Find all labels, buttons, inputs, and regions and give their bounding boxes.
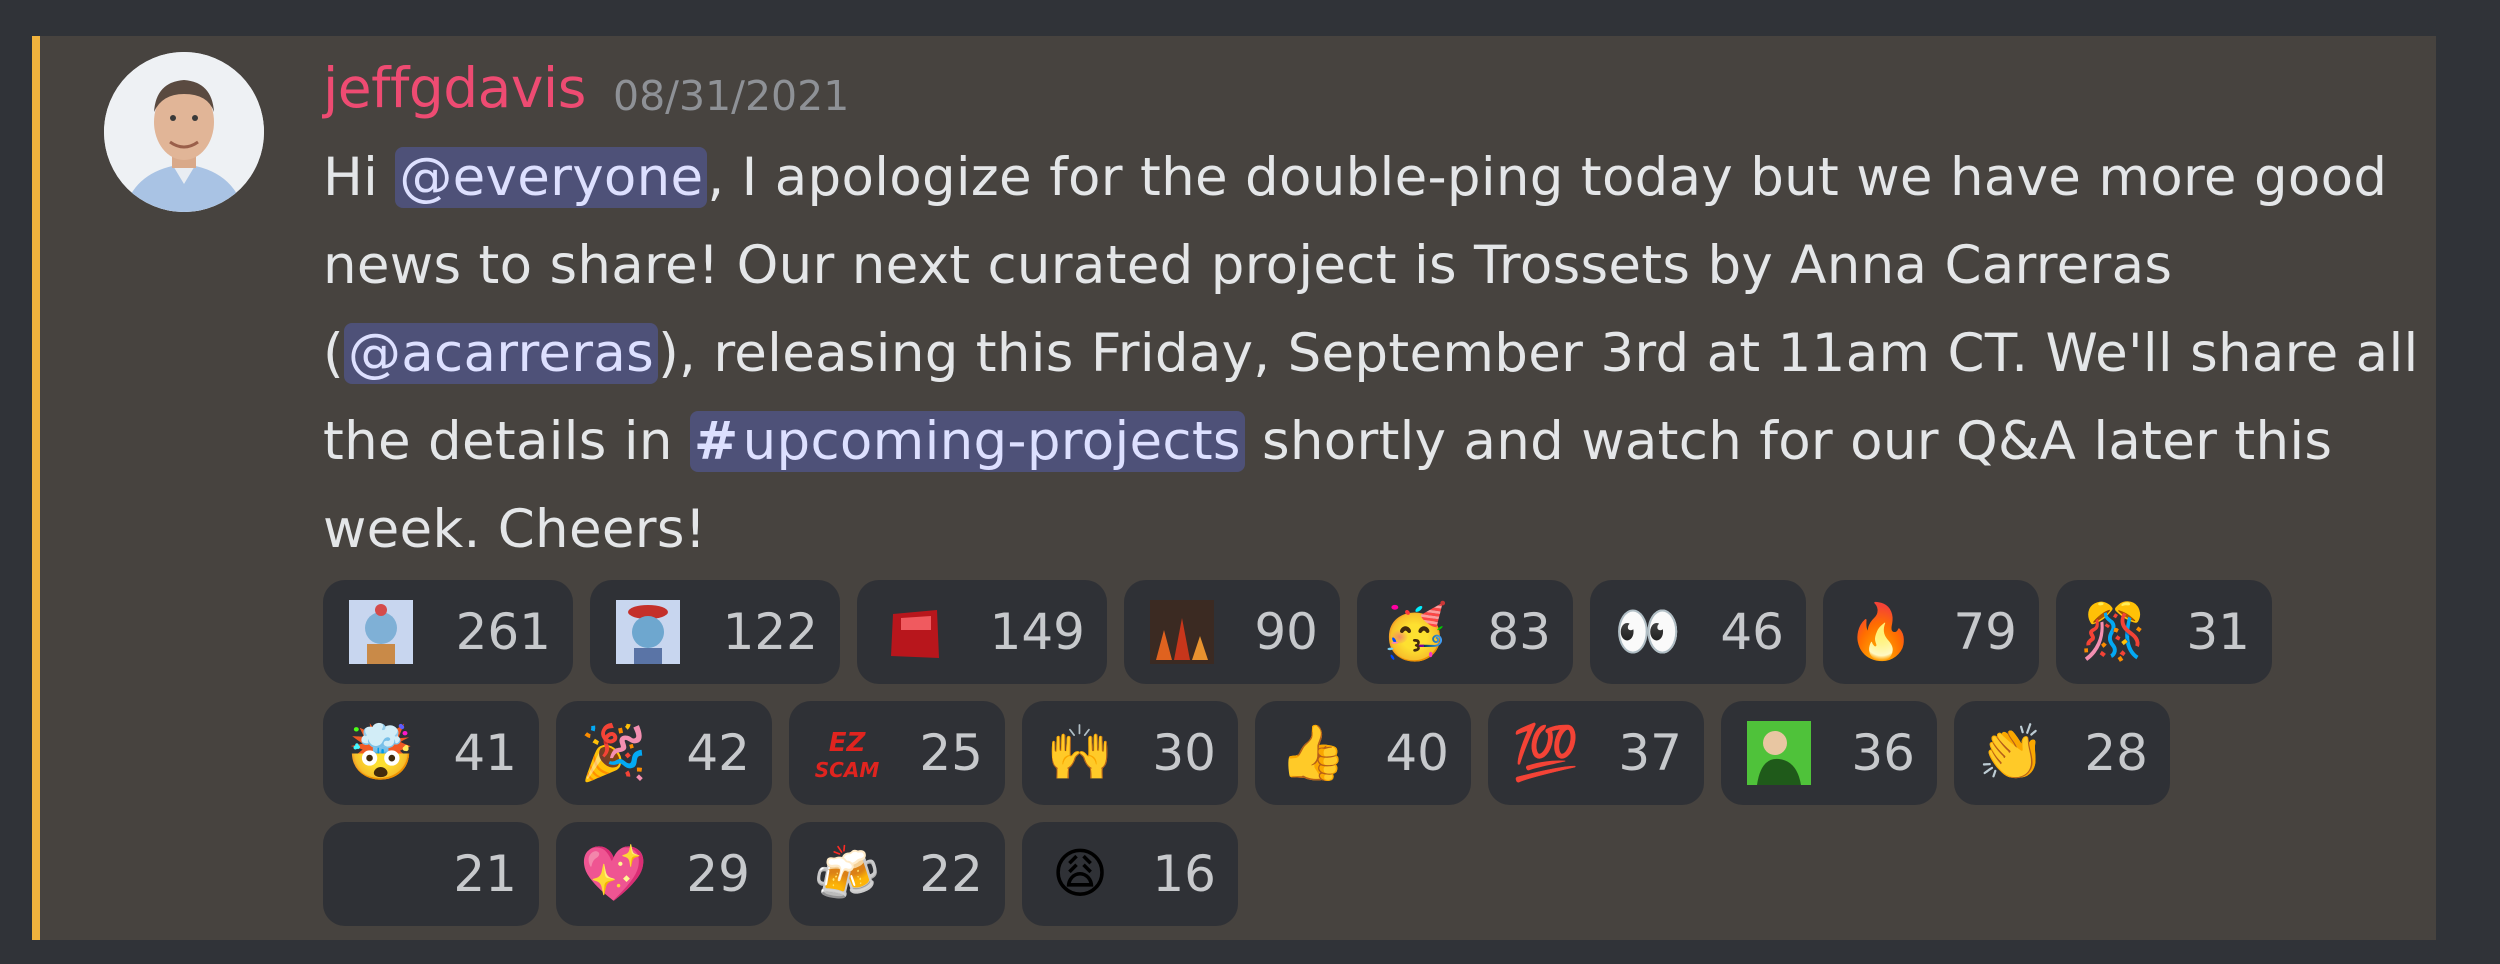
reaction-button[interactable]: 36 — [1721, 701, 1937, 805]
mention-user[interactable]: @acarreras — [343, 323, 659, 384]
reaction-count: 28 — [2084, 724, 2148, 782]
message-text: Hi — [323, 147, 396, 208]
eyes-emoji: 👀 — [1614, 600, 1682, 663]
reaction-button[interactable]: 261 — [323, 580, 573, 684]
weary-face-emoji: 😩 — [1051, 842, 1109, 905]
reaction-count: 37 — [1618, 724, 1682, 782]
reaction-button[interactable]: 💖 29 — [556, 822, 772, 926]
reaction-button[interactable]: 21 — [323, 822, 539, 926]
channel-name: upcoming-projects — [742, 411, 1241, 472]
reaction-button[interactable]: EZ SCAM 25 — [789, 701, 1005, 805]
thumbs-up-emoji: 👍 — [1279, 721, 1347, 784]
reaction-count: 30 — [1152, 724, 1216, 782]
fire-emoji: 🔥 — [1847, 600, 1915, 663]
reactions-row: 🤯 41 🎉 42 EZ SCAM 25 🙌 30 👍 40 💯 37 36 👏… — [323, 701, 2323, 805]
username[interactable]: jeffgdavis — [323, 56, 586, 120]
reaction-button[interactable]: 🎊 31 — [2056, 580, 2272, 684]
reaction-count: 16 — [1152, 845, 1216, 903]
exploding-head-emoji: 🤯 — [347, 721, 415, 784]
blank-emoji — [349, 842, 413, 906]
custom-ape-emoji — [349, 600, 413, 664]
reaction-button[interactable]: 90 — [1124, 580, 1340, 684]
reaction-count: 31 — [2186, 603, 2250, 661]
clinking-beer-mugs-emoji: 🍻 — [813, 842, 881, 905]
party-popper-emoji: 🎉 — [580, 721, 648, 784]
custom-ape-beret-emoji — [616, 600, 680, 664]
reaction-count: 25 — [919, 724, 983, 782]
raised-hands-emoji: 🙌 — [1046, 721, 1114, 784]
confetti-emoji: 🎊 — [2080, 600, 2148, 663]
reaction-count: 122 — [722, 603, 818, 661]
timestamp: 08/31/2021 — [613, 72, 850, 120]
hundred-emoji: 💯 — [1512, 721, 1580, 784]
reaction-count: 36 — [1851, 724, 1915, 782]
reaction-count: 42 — [686, 724, 750, 782]
avatar-image — [104, 52, 264, 212]
reaction-button[interactable]: 🙌 30 — [1022, 701, 1238, 805]
reaction-button[interactable]: 🤯 41 — [323, 701, 539, 805]
message: jeffgdavis 08/31/2021 Hi @everyone, I ap… — [32, 36, 2436, 940]
reaction-count: 83 — [1487, 603, 1551, 661]
reaction-button[interactable]: 👀 46 — [1590, 580, 1806, 684]
reaction-button[interactable]: 👏 28 — [1954, 701, 2170, 805]
reaction-button[interactable]: 👍 40 — [1255, 701, 1471, 805]
mention-everyone[interactable]: @everyone — [395, 147, 708, 208]
reaction-button[interactable]: 🥳 83 — [1357, 580, 1573, 684]
reaction-count: 79 — [1953, 603, 2017, 661]
reaction-count: 21 — [453, 845, 517, 903]
sparkling-heart-emoji: 💖 — [580, 842, 648, 905]
reaction-count: 149 — [989, 603, 1085, 661]
reaction-button[interactable]: 149 — [857, 580, 1107, 684]
custom-pattern-emoji — [1150, 600, 1214, 664]
reaction-button[interactable]: 🔥 79 — [1823, 580, 2039, 684]
svg-text:SCAM: SCAM — [815, 758, 879, 782]
reaction-button[interactable]: 🍻 22 — [789, 822, 1005, 926]
reaction-count: 41 — [453, 724, 517, 782]
reactions-bar: 261 122 149 90 🥳 83 👀 46 🔥 79 🎊 31 🤯 41 … — [323, 580, 2323, 926]
avatar[interactable] — [104, 52, 264, 212]
reaction-count: 46 — [1720, 603, 1784, 661]
reactions-row: 261 122 149 90 🥳 83 👀 46 🔥 79 🎊 31 — [323, 580, 2323, 684]
reaction-count: 29 — [686, 845, 750, 903]
clapping-hands-emoji: 👏 — [1978, 721, 2046, 784]
reaction-count: 261 — [455, 603, 551, 661]
party-face-emoji: 🥳 — [1381, 600, 1449, 663]
reaction-button[interactable]: 🎉 42 — [556, 701, 772, 805]
reaction-button[interactable]: 😩 16 — [1022, 822, 1238, 926]
channel-hash-icon: # — [693, 411, 739, 472]
reaction-count: 22 — [919, 845, 983, 903]
reaction-button[interactable]: 💯 37 — [1488, 701, 1704, 805]
custom-green-character-emoji — [1747, 721, 1811, 785]
reaction-count: 90 — [1254, 603, 1318, 661]
svg-text:EZ: EZ — [829, 728, 867, 758]
reactions-row: 21 💖 29 🍻 22 😩 16 — [323, 822, 2323, 926]
custom-red-box-emoji — [883, 600, 947, 664]
channel-link[interactable]: #upcoming-projects — [689, 411, 1245, 472]
message-content: Hi @everyone, I apologize for the double… — [323, 134, 2443, 574]
reaction-count: 40 — [1385, 724, 1449, 782]
ez-scam-emoji: EZ SCAM — [815, 721, 879, 785]
reaction-button[interactable]: 122 — [590, 580, 840, 684]
